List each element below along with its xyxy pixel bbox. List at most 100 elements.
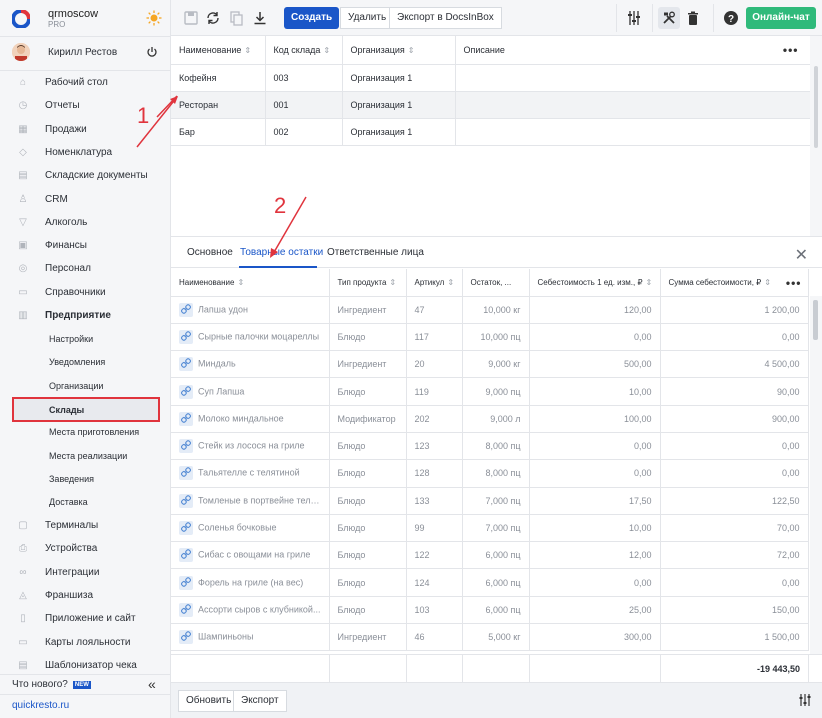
export-docsinbox-button[interactable]: Экспорт в DocsInBox: [389, 7, 502, 29]
table-row[interactable]: Сибас с овощами на гриле Блюдо 122 6,000 пц…: [171, 541, 809, 570]
delete-button[interactable]: Удалить: [340, 7, 395, 29]
sun-icon[interactable]: [146, 10, 162, 26]
table-row[interactable]: Тальятелле с телятиной Блюдо 128 8,000 пц 0,…: [171, 459, 809, 488]
sidebar-subitem[interactable]: Доставка: [12, 493, 160, 513]
table-row[interactable]: Стейк из лосося на гриле Блюдо 123 8,000 пц…: [171, 432, 809, 461]
table-row[interactable]: Соленья бочковые Блюдо 99 7,000 пц 10,00 70,0…: [171, 514, 809, 543]
refresh-button[interactable]: Обновить: [178, 690, 240, 712]
table-cell: Форель на гриле (на вес): [171, 568, 330, 597]
site-link[interactable]: quickresto.ru: [12, 700, 69, 711]
sidebar-subitem[interactable]: Места приготовления: [12, 423, 160, 443]
power-icon[interactable]: [146, 46, 158, 58]
link-icon[interactable]: [179, 466, 193, 481]
column-header-article[interactable]: Артикул ⇕: [406, 269, 463, 297]
filter-settings-icon[interactable]: [626, 10, 642, 26]
link-icon[interactable]: [179, 630, 193, 645]
refresh-icon[interactable]: [205, 10, 221, 26]
sidebar-item-dashboard[interactable]: ⌂ Рабочий стол: [12, 73, 162, 93]
link-icon[interactable]: [179, 329, 193, 344]
link-icon[interactable]: [179, 411, 193, 426]
sidebar-item-glass[interactable]: ▽ Алкоголь: [12, 213, 162, 233]
sidebar-item-link[interactable]: ∞ Интеграции: [12, 563, 162, 583]
column-settings-icon[interactable]: [798, 693, 812, 707]
sidebar-item-label: CRM: [45, 193, 68, 205]
whats-new-link[interactable]: Что нового? NEW: [12, 679, 91, 690]
column-header-balance[interactable]: Остаток, ...: [462, 269, 530, 297]
create-button[interactable]: Создать: [284, 7, 340, 29]
table-row[interactable]: Суп Лапша Блюдо 119 9,000 пц 10,00 90,00: [171, 377, 809, 406]
sidebar-item-card[interactable]: ▭ Карты лояльности: [12, 633, 162, 653]
sidebar-item-tag[interactable]: ◇ Номенклатура: [12, 143, 162, 163]
download-icon[interactable]: [252, 10, 268, 26]
user-row[interactable]: Кирилл Рестов: [12, 43, 162, 63]
more-options-icon[interactable]: •••: [783, 43, 799, 57]
link-icon[interactable]: [179, 521, 193, 536]
tools-toggle[interactable]: [658, 7, 680, 29]
table-row[interactable]: Томленые в портвейне теля... Блюдо 133 7,00…: [171, 487, 809, 515]
save-icon[interactable]: [183, 10, 199, 26]
column-header-unit-cost[interactable]: Себестоимость 1 ед. изм., ₽ ⇕: [529, 269, 661, 297]
link-icon[interactable]: [179, 357, 193, 372]
table-row[interactable]: Кофейня 003 Организация 1: [171, 64, 812, 92]
help-icon[interactable]: ?: [723, 10, 739, 26]
tab-stock[interactable]: Товарные остатки: [240, 247, 323, 258]
sidebar-subitem[interactable]: Заведения: [12, 470, 160, 490]
column-header-code[interactable]: Код склада ⇕: [265, 36, 343, 65]
column-header-organization[interactable]: Организация ⇕: [342, 36, 456, 65]
column-header-name[interactable]: Наименование ⇕: [171, 36, 266, 65]
sidebar-item-franchise[interactable]: ◬ Франшиза: [12, 586, 162, 606]
tab-main[interactable]: Основное: [187, 247, 233, 258]
link-icon[interactable]: [179, 493, 193, 508]
link-icon[interactable]: [179, 302, 193, 317]
sidebar-item-crm[interactable]: ♙ CRM: [12, 190, 162, 210]
sidebar-item-documents[interactable]: ▤ Складские документы: [12, 166, 162, 186]
link-icon[interactable]: [179, 439, 193, 454]
sidebar-item-receipt[interactable]: ▤ Шаблонизатор чека: [12, 656, 162, 676]
sidebar-item-label: Номенклатура: [45, 146, 113, 158]
link-icon[interactable]: [179, 548, 193, 563]
table-row[interactable]: Шампиньоны Ингредиент 46 5,000 кг 300,00 1 50…: [171, 623, 809, 652]
sidebar-item-book[interactable]: ▭ Справочники: [12, 283, 162, 303]
top-scrollbar-thumb[interactable]: [814, 66, 818, 148]
tab-responsible[interactable]: Ответственные лица: [327, 247, 424, 258]
table-row[interactable]: Ресторан 001 Организация 1: [171, 91, 812, 119]
sidebar-subitem[interactable]: Организации: [12, 377, 160, 397]
link-icon[interactable]: [179, 575, 193, 590]
table-row[interactable]: Лапша удон Ингредиент 47 10,000 кг 120,00 1 2…: [171, 296, 809, 324]
sidebar-item-printer[interactable]: ⎙ Устройства: [12, 539, 162, 559]
sidebar-item-app[interactable]: ▯ Приложение и сайт: [12, 609, 162, 629]
table-row[interactable]: Форель на гриле (на вес) Блюдо 124 6,000 пц…: [171, 568, 809, 597]
link-icon[interactable]: [179, 384, 193, 399]
sidebar-item-terminal[interactable]: ▢ Терминалы: [12, 516, 162, 536]
sidebar-item-label: Шаблонизатор чека: [45, 659, 137, 671]
sidebar-subitem[interactable]: Уведомления: [12, 353, 160, 373]
sidebar-item-person[interactable]: ◎ Персонал: [12, 259, 162, 279]
sidebar-subitem[interactable]: Настройки: [12, 330, 160, 350]
trash-icon[interactable]: [685, 10, 701, 26]
collapse-sidebar-icon[interactable]: «: [148, 676, 156, 692]
table-row[interactable]: Сырные палочки моцареллы Блюдо 117 10,000 п…: [171, 323, 809, 352]
table-row[interactable]: Ассорти сыров с клубникой... Блюдо 103 6,00…: [171, 596, 809, 625]
stock-scrollbar-thumb[interactable]: [813, 300, 818, 340]
more-options-icon[interactable]: •••: [786, 276, 802, 290]
table-row[interactable]: Молоко миндальное Модификатор 202 9,000 л 10…: [171, 405, 809, 433]
brand[interactable]: qrmoscow PRO: [12, 8, 162, 32]
export-button[interactable]: Экспорт: [233, 690, 287, 712]
stock-scrollbar[interactable]: [810, 296, 822, 654]
table-row[interactable]: Миндаль Ингредиент 20 9,000 кг 500,00 4 500,0…: [171, 350, 809, 379]
sidebar-item-label: Справочники: [45, 286, 106, 298]
table-row[interactable]: Бар 002 Организация 1: [171, 118, 812, 146]
column-header-product-name[interactable]: Наименование ⇕: [171, 269, 330, 297]
column-header-total-cost[interactable]: Сумма себестоимости, ₽ ⇕ •••: [660, 269, 809, 297]
close-icon[interactable]: ✕: [795, 245, 808, 265]
column-header-description[interactable]: Описание •••: [455, 36, 812, 65]
column-header-product-type[interactable]: Тип продукта ⇕: [329, 269, 407, 297]
copy-icon[interactable]: [228, 10, 244, 26]
table-cell: 10,00: [529, 377, 661, 406]
sidebar-item-wallet[interactable]: ▣ Финансы: [12, 236, 162, 256]
sidebar-subitem[interactable]: Места реализации: [12, 447, 160, 467]
sidebar-item-building[interactable]: ▥ Предприятие: [12, 306, 162, 326]
online-chat-button[interactable]: Онлайн-чат: [746, 7, 816, 29]
sidebar-subitem[interactable]: Склады: [12, 397, 160, 422]
link-icon[interactable]: [179, 602, 193, 617]
